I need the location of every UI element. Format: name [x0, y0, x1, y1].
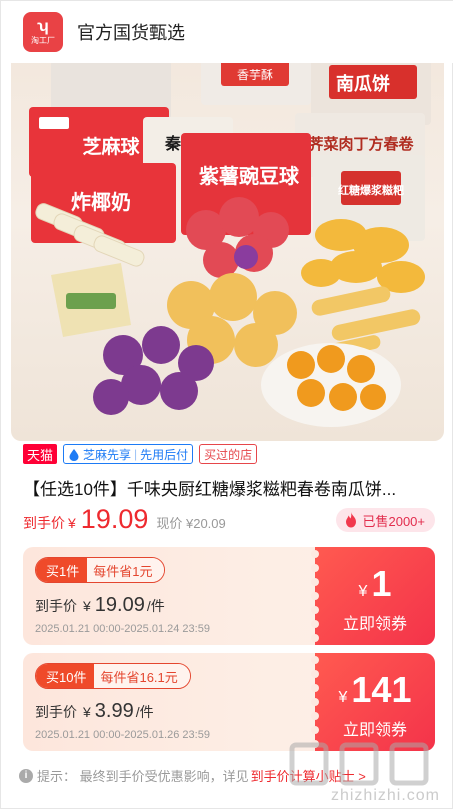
- coupon-save-text: 每件省1元: [87, 558, 165, 582]
- shop-header: ʮ 淘工厂 官方国货甄选: [1, 1, 453, 63]
- claim-coupon-label: 立即领券: [342, 722, 407, 739]
- price-calc-tips-link[interactable]: 到手价计算小贴士 >: [251, 766, 366, 785]
- coupon-condition: 买1件 每件省1元: [35, 557, 166, 583]
- price-row: 到手价 ¥ 19.09 现价 ¥20.09 已售2000+: [23, 504, 443, 538]
- package-label: 芝麻球: [82, 135, 140, 158]
- coupon-final-price: 到手价 ¥ 19.09 /件: [35, 594, 165, 617]
- logo-mark-icon: ʮ: [37, 17, 49, 35]
- package-label: 荠菜肉丁方春卷: [308, 135, 414, 153]
- zhima-separator: |: [134, 447, 138, 461]
- coupon-price-yen: ¥: [83, 598, 91, 614]
- info-icon: i: [19, 768, 33, 783]
- coupon-price-unit: /件: [135, 704, 154, 720]
- product-title[interactable]: 【任选10件】千味央厨红糖爆浆糍粑春卷南瓜饼...: [23, 475, 433, 500]
- package-label: 紫薯豌豆球: [199, 164, 300, 188]
- coupon-card[interactable]: 买1件 每件省1元 到手价 ¥ 19.09 /件 2025.01.21 00:0…: [23, 547, 435, 645]
- final-price-label: 到手价: [23, 515, 65, 531]
- zhima-tag: 芝麻先享 | 先用后付: [63, 444, 194, 464]
- package-label: 炸椰奶: [71, 190, 131, 214]
- coupon-card[interactable]: 买10件 每件省16.1元 到手价 ¥ 3.99 /件 2025.01.21 0…: [23, 653, 435, 751]
- bought-store-tag: 买过的店: [199, 444, 258, 464]
- coupon-details: 买1件 每件省1元 到手价 ¥ 19.09 /件 2025.01.21 00:0…: [23, 547, 313, 645]
- package-label: 红糖爆浆糍粑: [338, 183, 404, 197]
- coupon-price-label: 到手价: [35, 704, 77, 720]
- logo-text: 淘工厂: [31, 35, 55, 45]
- zhima-label: 芝麻先享: [83, 447, 132, 462]
- coupon-validity: 2025.01.21 00:00-2025.01.24 23:59: [35, 623, 210, 635]
- coupon-buy-qty: 买10件: [36, 664, 95, 688]
- coupon-details: 买10件 每件省16.1元 到手价 ¥ 3.99 /件 2025.01.21 0…: [23, 653, 313, 751]
- coupon-buy-qty: 买1件: [36, 558, 88, 582]
- coupon-amount-value: 141: [351, 669, 412, 710]
- package-label: 香芋酥: [237, 68, 273, 82]
- coupon-price-value: 19.09: [94, 594, 145, 616]
- final-price-value: 19.09: [80, 504, 149, 534]
- product-hero-image[interactable]: 南瓜饼 香芋酥 芝麻球 秦三鲜 荠菜肉丁方春卷 炸椰奶 紫薯豌豆球 红糖爆浆糍粑: [11, 35, 444, 441]
- sold-count: 已售2000+: [362, 513, 425, 529]
- product-page: 南瓜饼 香芋酥 芝麻球 秦三鲜 荠菜肉丁方春卷 炸椰奶 紫薯豌豆球 红糖爆浆糍粑: [0, 0, 453, 809]
- coupon-amount: ¥ 1: [315, 563, 435, 605]
- tip-text: 提示： 最终到手价受优惠影响，详见: [37, 769, 249, 784]
- coupon-amount-yen: ¥: [358, 583, 368, 600]
- coupon-condition: 买10件 每件省16.1元: [35, 663, 191, 689]
- coupon-amount: ¥ 141: [315, 669, 435, 711]
- frozen-food-illustration: 南瓜饼 香芋酥 芝麻球 秦三鲜 荠菜肉丁方春卷 炸椰奶 紫薯豌豆球 红糖爆浆糍粑: [29, 50, 431, 427]
- coupon-final-price: 到手价 ¥ 3.99 /件: [35, 700, 154, 723]
- currency-symbol: ¥: [68, 515, 76, 531]
- coupon-amount-yen: ¥: [338, 689, 348, 706]
- tmall-tag: 天猫: [23, 444, 58, 464]
- droplet-icon: [69, 448, 79, 461]
- zhima-label-2: 先用后付: [140, 447, 189, 462]
- claim-coupon-button[interactable]: ¥ 1 立即领券: [311, 547, 435, 645]
- coupon-price-yen: ¥: [83, 704, 91, 720]
- coupon-price-label: 到手价: [35, 598, 77, 614]
- current-price: 现价 ¥20.09: [156, 516, 226, 531]
- coupon-save-text: 每件省16.1元: [94, 664, 190, 688]
- claim-coupon-button[interactable]: ¥ 141 立即领券: [311, 653, 435, 751]
- coupon-amount-value: 1: [371, 563, 392, 604]
- coupon-validity: 2025.01.21 00:00-2025.01.26 23:59: [35, 729, 210, 741]
- sold-badge: 已售2000+: [336, 508, 435, 532]
- claim-coupon-label: 立即领券: [342, 616, 407, 633]
- shop-logo[interactable]: ʮ 淘工厂: [23, 12, 63, 52]
- coupon-price-unit: /件: [146, 598, 165, 614]
- fire-icon: [346, 512, 357, 528]
- package-label: 南瓜饼: [336, 73, 390, 95]
- shop-name[interactable]: 官方国货甄选: [77, 19, 185, 45]
- coupon-price-value: 3.99: [94, 700, 134, 722]
- tag-row: 天猫 芝麻先享 | 先用后付 买过的店: [23, 444, 258, 464]
- price-tip: i 提示： 最终到手价受优惠影响，详见 到手价计算小贴士 >: [19, 766, 366, 785]
- watermark-text: zhizhizhi.com: [330, 787, 440, 804]
